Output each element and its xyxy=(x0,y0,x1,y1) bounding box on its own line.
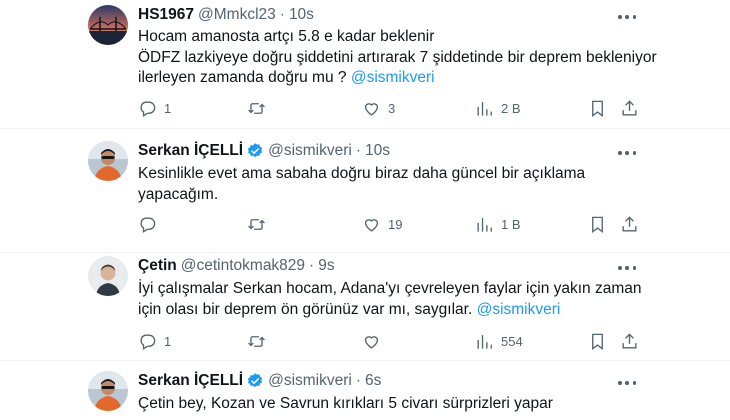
tweet-text: İyi çalışmalar Serkan hocam, Adana'yı çe… xyxy=(138,279,642,320)
reply-count: 1 xyxy=(164,100,172,116)
timestamp[interactable]: 6s xyxy=(365,372,381,390)
views-count: 1 B xyxy=(501,216,521,232)
views-count: 2 B xyxy=(501,100,521,116)
avatar[interactable] xyxy=(88,141,128,181)
tweet-text-line: yapacağım. xyxy=(138,185,219,203)
heart-icon xyxy=(364,102,379,116)
bookmark-icon xyxy=(592,100,603,117)
avatar-image xyxy=(88,371,128,411)
action-bar: 19 1 B xyxy=(130,212,637,236)
views-icon xyxy=(477,101,492,116)
separator: · xyxy=(279,6,285,23)
mention-link[interactable]: @sismikveri xyxy=(351,69,435,86)
tweet-header: Serkan İÇELLİ @sismikveri · 10s xyxy=(138,142,390,160)
more-icon[interactable] xyxy=(618,380,636,386)
share-button[interactable] xyxy=(620,212,639,236)
display-name[interactable]: Serkan İÇELLİ xyxy=(138,372,243,390)
display-name[interactable]: Çetin xyxy=(138,257,177,275)
timestamp[interactable]: 10s xyxy=(365,142,390,160)
tweet-text-line: ÖDFZ lazkiyeye doğru şiddetini artırarak… xyxy=(138,48,657,66)
more-icon[interactable] xyxy=(618,265,636,271)
user-handle[interactable]: @Mmkcl23 xyxy=(198,6,276,24)
avatar[interactable] xyxy=(88,256,128,296)
verified-badge-icon xyxy=(247,143,263,158)
retweet-icon xyxy=(248,102,265,114)
like-button[interactable] xyxy=(362,329,388,353)
action-bar: 1 3 2 B xyxy=(130,96,637,120)
views-icon xyxy=(477,217,492,232)
tweet-text-line: Kesinlikle evet ama sabaha doğru biraz d… xyxy=(138,165,586,182)
tweet-text: Çetin bey, Kozan ve Savrun kırıkları 5 c… xyxy=(138,394,628,415)
mention-link[interactable]: @sismikveri xyxy=(477,301,561,318)
reply-icon xyxy=(140,100,156,117)
avatar[interactable] xyxy=(88,371,128,411)
retweet-button[interactable] xyxy=(247,96,273,120)
reply-button[interactable] xyxy=(138,212,164,236)
separator: · xyxy=(355,372,362,389)
reply-button[interactable]: 1 xyxy=(138,96,171,120)
avatar-image xyxy=(88,5,128,45)
heart-icon xyxy=(364,335,379,349)
tweet-text-line: ilerleyen zamanda doğru mu ? @sismikveri xyxy=(138,69,435,86)
timestamp[interactable]: 10s xyxy=(289,6,314,24)
retweet-button[interactable] xyxy=(247,329,273,353)
share-icon xyxy=(622,99,637,116)
tweet-header: Çetin @cetintokmak829 · 9s xyxy=(138,257,335,275)
share-icon xyxy=(622,332,637,349)
like-count: 3 xyxy=(388,100,396,116)
user-handle[interactable]: @sismikveri xyxy=(268,142,352,160)
bookmark-button[interactable] xyxy=(588,212,607,236)
more-icon[interactable] xyxy=(618,150,636,156)
views-button[interactable]: 2 B xyxy=(475,96,521,120)
share-button[interactable] xyxy=(620,329,639,353)
tweet-text: Kesinlikle evet ama sabaha doğru biraz d… xyxy=(138,164,628,205)
tweet[interactable]: Serkan İÇELLİ @sismikveri · 6s Çetin bey… xyxy=(0,361,730,420)
tweet[interactable]: Serkan İÇELLİ @sismikveri · 10s Kesinlik… xyxy=(0,129,730,252)
user-handle[interactable]: @sismikveri xyxy=(268,372,352,390)
reply-button[interactable]: 1 xyxy=(138,329,171,353)
share-icon xyxy=(622,215,637,232)
action-bar: 1 554 xyxy=(130,329,637,353)
like-button[interactable]: 19 xyxy=(362,212,402,236)
user-handle[interactable]: @cetintokmak829 xyxy=(181,257,305,275)
display-name[interactable]: HS1967 xyxy=(138,6,194,24)
separator: · xyxy=(309,257,315,274)
display-name[interactable]: Serkan İÇELLİ xyxy=(138,142,243,160)
tweet-text-line: Çetin bey, Kozan ve Savrun kırıkları 5 c… xyxy=(138,395,553,412)
tweet-text-line: için olası bir deprem ön görünüz var mı,… xyxy=(138,300,561,318)
tweet-text: Hocam amanosta artçı 5.8 e kadar bekleni… xyxy=(138,27,657,89)
share-button[interactable] xyxy=(620,96,639,120)
reply-icon xyxy=(140,333,156,350)
reply-icon xyxy=(140,216,156,233)
verified-badge-icon xyxy=(247,373,263,388)
views-button[interactable]: 1 B xyxy=(475,212,521,236)
timestamp[interactable]: 9s xyxy=(318,257,334,275)
views-button[interactable]: 554 xyxy=(475,329,523,353)
tweet-text-line: İyi çalışmalar Serkan hocam, Adana'yı çe… xyxy=(138,280,642,297)
bookmark-button[interactable] xyxy=(588,329,607,353)
tweet[interactable]: HS1967 @Mmkcl23 · 10s Hocam amanosta art… xyxy=(0,0,730,128)
bookmark-icon xyxy=(592,216,603,233)
views-icon xyxy=(477,334,492,349)
like-button[interactable]: 3 xyxy=(362,96,395,120)
retweet-button[interactable] xyxy=(247,212,273,236)
separator: · xyxy=(355,142,362,159)
retweet-icon xyxy=(248,218,265,230)
bookmark-icon xyxy=(592,333,603,350)
tweet-header: Serkan İÇELLİ @sismikveri · 6s xyxy=(138,372,381,390)
bookmark-button[interactable] xyxy=(588,96,607,120)
views-count: 554 xyxy=(501,333,523,349)
more-icon[interactable] xyxy=(618,14,636,20)
retweet-icon xyxy=(248,335,265,347)
heart-icon xyxy=(364,218,379,232)
avatar-image xyxy=(88,256,128,296)
tweet-header: HS1967 @Mmkcl23 · 10s xyxy=(138,6,314,24)
avatar[interactable] xyxy=(88,5,128,45)
reply-count: 1 xyxy=(164,333,172,349)
avatar-image xyxy=(88,141,128,181)
tweet-text-line: Hocam amanosta artçı 5.8 e kadar bekleni… xyxy=(138,28,435,45)
tweet[interactable]: Çetin @cetintokmak829 · 9s İyi çalışmala… xyxy=(0,253,730,360)
like-count: 19 xyxy=(388,216,403,232)
